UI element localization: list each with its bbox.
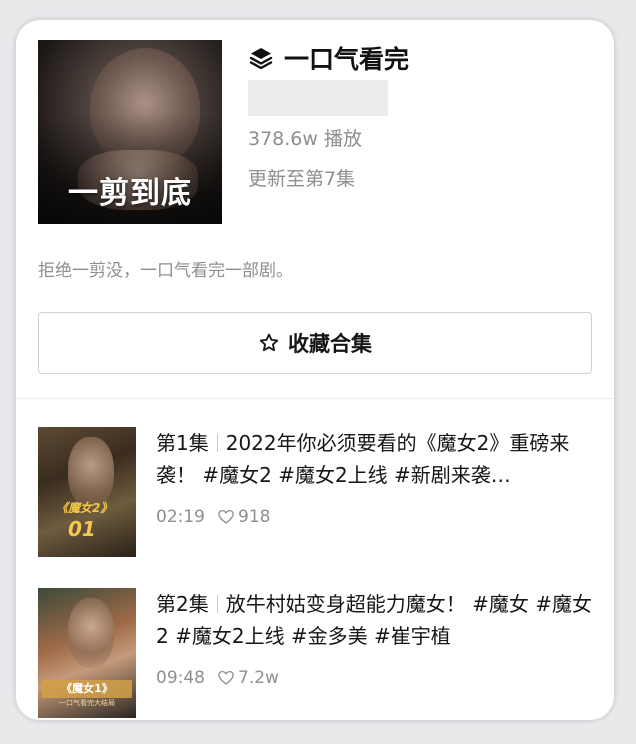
- episode-stats: 09:48 7.2w: [156, 668, 279, 688]
- thumb-subtitle-text: 一口气看完大结局: [59, 699, 115, 707]
- episode-title[interactable]: 第2集 放牛村姑变身超能力魔女！ #魔女 #魔女2 #魔女2上线 #金多美 #崔宇…: [156, 588, 601, 652]
- like-count: 918: [238, 507, 271, 527]
- episode-title[interactable]: 第1集 2022年你必须要看的《魔女2》重磅来袭！ #魔女2 #魔女2上线 #新剧…: [156, 427, 601, 491]
- episode-likes: 918: [217, 507, 270, 527]
- thumb-figure-image: [68, 598, 114, 668]
- collection-description: 拒绝一剪没，一口气看完一部剧。: [38, 261, 293, 281]
- collection-title: 一口气看完: [284, 45, 410, 74]
- collection-cover[interactable]: 一剪到底: [38, 40, 222, 224]
- episode-title-text: 2022年你必须要看的《魔女2》重磅来袭！ #魔女2 #魔女2上线 #新剧来袭…: [156, 431, 570, 487]
- collect-collection-button[interactable]: 收藏合集: [38, 312, 592, 374]
- episode-duration: 09:48: [156, 668, 205, 688]
- layers-icon: [248, 45, 274, 71]
- episode-stats: 02:19 918: [156, 507, 270, 527]
- episode-number: 第1集: [156, 431, 209, 455]
- episode-duration: 02:19: [156, 507, 205, 527]
- thumb-figure-image: [68, 437, 114, 507]
- episode-likes: 7.2w: [217, 668, 279, 688]
- update-status: 更新至第7集: [248, 168, 356, 190]
- episode-thumbnail[interactable]: 《魔女2》 01: [38, 427, 136, 557]
- thumb-logo-text: 《魔女2》: [56, 501, 113, 515]
- like-count: 7.2w: [238, 668, 279, 688]
- blurred-author-name: [248, 80, 388, 116]
- episode-separator: [216, 595, 218, 613]
- episode-thumbnail[interactable]: 《魔女1》 一口气看完大结局: [38, 588, 136, 718]
- thumb-episode-number: 01: [68, 517, 96, 541]
- episode-item-1[interactable]: 《魔女2》 01 第1集 2022年你必须要看的《魔女2》重磅来袭！ #魔女2 #…: [38, 427, 598, 557]
- episode-number: 第2集: [156, 592, 209, 616]
- star-outline-icon: [258, 332, 280, 354]
- play-count: 378.6w 播放: [248, 128, 362, 150]
- collect-button-label: 收藏合集: [288, 332, 372, 356]
- collection-card: 一剪到底 一口气看完 378.6w 播放 更新至第7集 拒绝一剪没，一口气看完一…: [16, 20, 614, 720]
- heart-outline-icon: [217, 669, 235, 687]
- heart-outline-icon: [217, 508, 235, 526]
- episode-title-text: 放牛村姑变身超能力魔女！ #魔女 #魔女2 #魔女2上线 #金多美 #崔宇植: [156, 592, 592, 648]
- cover-title-text: 一剪到底: [68, 176, 192, 211]
- section-divider: [16, 398, 614, 399]
- episode-separator: [216, 434, 218, 452]
- episode-item-2[interactable]: 《魔女1》 一口气看完大结局 第2集 放牛村姑变身超能力魔女！ #魔女 #魔女2 …: [38, 588, 598, 718]
- collection-title-row: 一口气看完: [248, 42, 409, 74]
- thumb-banner-text: 《魔女1》: [42, 680, 132, 698]
